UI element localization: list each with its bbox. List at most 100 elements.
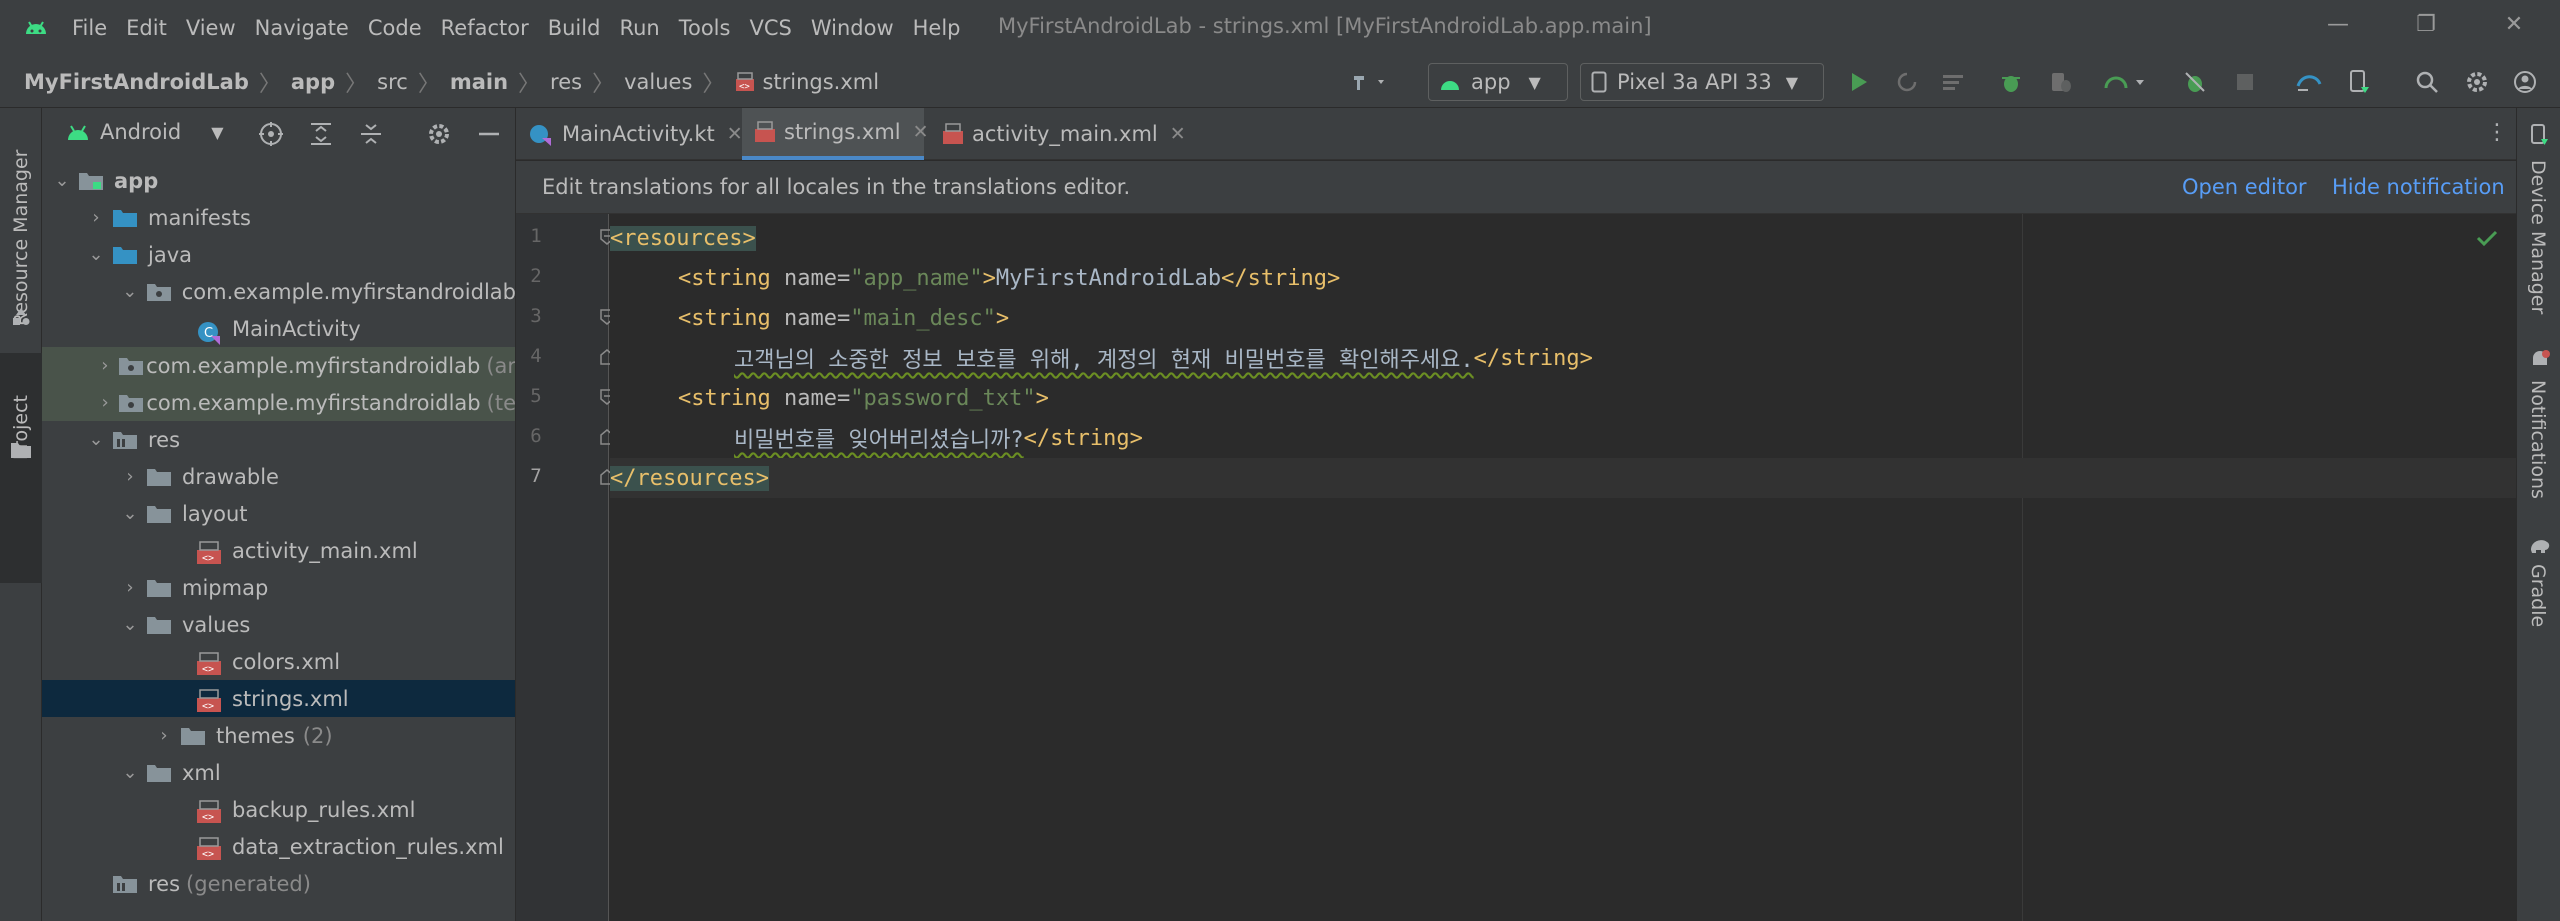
sync-debug-icon[interactable] bbox=[2178, 65, 2212, 99]
tree-item-drawable[interactable]: › drawable bbox=[42, 458, 515, 495]
tree-item-label: MainActivity bbox=[232, 316, 361, 341]
tree-item-mipmap[interactable]: › mipmap bbox=[42, 569, 515, 606]
open-editor-link[interactable]: Open editor bbox=[2182, 175, 2307, 199]
tree-item-mainactivity[interactable]: C MainActivity bbox=[42, 310, 515, 347]
tree-item-package-main[interactable]: ⌄ com.example.myfirstandroidlab bbox=[42, 273, 515, 310]
tab-strings-xml[interactable]: strings.xml ✕ bbox=[742, 108, 929, 160]
more-options-icon[interactable]: ⋮ bbox=[2486, 120, 2508, 145]
breadcrumb-values[interactable]: values bbox=[624, 70, 692, 94]
chevron-down-icon[interactable]: ⌄ bbox=[120, 503, 140, 524]
tree-item-layout[interactable]: ⌄ layout bbox=[42, 495, 515, 532]
tree-item-colors-xml[interactable]: <> colors.xml bbox=[42, 643, 515, 680]
account-icon[interactable] bbox=[2508, 65, 2542, 99]
notifications-bell-icon[interactable] bbox=[2529, 348, 2551, 377]
tree-item-java[interactable]: ⌄ java bbox=[42, 236, 515, 273]
search-icon[interactable] bbox=[2410, 65, 2444, 99]
chevron-down-icon[interactable]: ⌄ bbox=[120, 281, 140, 302]
menu-code[interactable]: Code bbox=[368, 16, 422, 40]
project-view-select[interactable]: Android ▼ bbox=[66, 120, 224, 144]
tree-item-values[interactable]: ⌄ values bbox=[42, 606, 515, 643]
profile-icon[interactable] bbox=[2096, 65, 2156, 99]
code-text: MyFirstAndroidLab bbox=[995, 265, 1222, 291]
tree-item-activity-main-xml[interactable]: <> activity_main.xml bbox=[42, 532, 515, 569]
select-opened-file-icon[interactable] bbox=[258, 121, 284, 152]
breadcrumb-main[interactable]: main bbox=[450, 70, 508, 94]
minimize-icon[interactable]: — bbox=[2318, 12, 2358, 42]
tab-activity-main-xml[interactable]: activity_main.xml ✕ bbox=[930, 108, 1190, 160]
menu-navigate[interactable]: Navigate bbox=[255, 16, 349, 40]
breadcrumb-app[interactable]: app bbox=[291, 70, 335, 94]
chevron-down-icon[interactable]: ⌄ bbox=[86, 244, 106, 265]
hide-panel-icon[interactable] bbox=[476, 121, 502, 152]
attach-debugger-icon[interactable] bbox=[2044, 65, 2078, 99]
close-tab-icon[interactable]: ✕ bbox=[1170, 123, 1186, 145]
chevron-right-icon[interactable]: › bbox=[98, 355, 112, 376]
menu-run[interactable]: Run bbox=[619, 16, 659, 40]
resource-manager-tab[interactable]: Resource Manager bbox=[10, 126, 32, 326]
chevron-down-icon[interactable]: ⌄ bbox=[52, 170, 72, 191]
tree-item-package-androidtest[interactable]: › com.example.myfirstandroidlab (ar bbox=[42, 347, 516, 384]
chevron-right-icon[interactable]: › bbox=[154, 725, 174, 746]
gradle-sync-icon[interactable] bbox=[2292, 65, 2326, 99]
device-select[interactable]: Pixel 3a API 33 ▼ bbox=[1580, 63, 1824, 101]
menu-window[interactable]: Window bbox=[811, 16, 894, 40]
menu-view[interactable]: View bbox=[186, 16, 236, 40]
tree-item-backup-rules-xml[interactable]: <> backup_rules.xml bbox=[42, 791, 515, 828]
device-manager-tab[interactable]: Device Manager bbox=[2527, 160, 2549, 314]
run-icon[interactable] bbox=[1842, 65, 1876, 99]
tree-item-themes[interactable]: › themes (2) bbox=[42, 717, 515, 754]
restore-icon[interactable]: ❐ bbox=[2406, 12, 2446, 42]
chevron-right-icon[interactable]: › bbox=[98, 392, 112, 413]
notifications-tab[interactable]: Notifications bbox=[2527, 380, 2549, 499]
chevron-right-icon[interactable]: › bbox=[86, 207, 106, 228]
build-hammer-icon[interactable] bbox=[1345, 65, 1395, 99]
menu-edit[interactable]: Edit bbox=[126, 16, 167, 40]
tree-item-xml[interactable]: ⌄ xml bbox=[42, 754, 515, 791]
menu-refactor[interactable]: Refactor bbox=[441, 16, 529, 40]
collapse-all-icon[interactable] bbox=[358, 121, 384, 152]
apply-changes-icon[interactable] bbox=[1890, 65, 1924, 99]
tree-item-res-generated[interactable]: res (generated) bbox=[42, 865, 515, 902]
menu-tools[interactable]: Tools bbox=[679, 16, 731, 40]
close-tab-icon[interactable]: ✕ bbox=[727, 123, 743, 145]
tree-item-res[interactable]: ⌄ res bbox=[42, 421, 515, 458]
breadcrumb-res[interactable]: res bbox=[550, 70, 582, 94]
stop-icon[interactable] bbox=[2228, 65, 2262, 99]
tree-item-strings-xml[interactable]: <> strings.xml bbox=[42, 680, 515, 717]
breadcrumb-src[interactable]: src bbox=[377, 70, 408, 94]
project-tool-window: Android ▼ ⌄ app › manifests ⌄ java ⌄ com… bbox=[42, 108, 516, 921]
expand-all-icon[interactable] bbox=[308, 121, 334, 152]
settings-gear-icon[interactable] bbox=[426, 121, 452, 152]
chevron-down-icon[interactable]: ⌄ bbox=[120, 762, 140, 783]
breadcrumb-file[interactable]: strings.xml bbox=[762, 70, 879, 94]
tree-item-suffix: (ar bbox=[486, 353, 516, 378]
resource-manager-icon[interactable] bbox=[10, 306, 32, 328]
hide-notification-link[interactable]: Hide notification bbox=[2332, 175, 2505, 199]
settings-gear-icon[interactable] bbox=[2460, 65, 2494, 99]
close-icon[interactable]: ✕ bbox=[2494, 12, 2534, 42]
tree-item-package-test[interactable]: › com.example.myfirstandroidlab (te bbox=[42, 384, 515, 421]
device-manager-icon[interactable] bbox=[2342, 65, 2376, 99]
folder-icon bbox=[180, 726, 208, 746]
code-editor[interactable]: <resources> <string name= "app_name" > MyFi… bbox=[610, 214, 2516, 921]
run-config-select[interactable]: app ▼ bbox=[1428, 63, 1568, 101]
menu-vcs[interactable]: VCS bbox=[749, 16, 791, 40]
tree-item-app[interactable]: ⌄ app bbox=[42, 162, 515, 199]
breadcrumb-project[interactable]: MyFirstAndroidLab bbox=[24, 70, 249, 94]
menu-help[interactable]: Help bbox=[913, 16, 961, 40]
device-manager-icon[interactable] bbox=[2529, 124, 2549, 151]
chevron-right-icon[interactable]: › bbox=[120, 577, 140, 598]
chevron-down-icon[interactable]: ⌄ bbox=[86, 429, 106, 450]
apply-code-changes-icon[interactable] bbox=[1936, 65, 1970, 99]
chevron-down-icon[interactable]: ⌄ bbox=[120, 614, 140, 635]
debug-icon[interactable] bbox=[1994, 65, 2028, 99]
close-tab-icon[interactable]: ✕ bbox=[913, 121, 929, 143]
gradle-elephant-icon[interactable] bbox=[2529, 534, 2551, 559]
menu-file[interactable]: File bbox=[72, 16, 107, 40]
gradle-tab[interactable]: Gradle bbox=[2527, 564, 2549, 627]
tree-item-data-extraction-rules-xml[interactable]: <> data_extraction_rules.xml bbox=[42, 828, 515, 865]
tree-item-manifests[interactable]: › manifests bbox=[42, 199, 515, 236]
chevron-right-icon[interactable]: › bbox=[120, 466, 140, 487]
tab-mainactivity-kt[interactable]: MainActivity.kt ✕ bbox=[516, 108, 743, 160]
menu-build[interactable]: Build bbox=[548, 16, 601, 40]
